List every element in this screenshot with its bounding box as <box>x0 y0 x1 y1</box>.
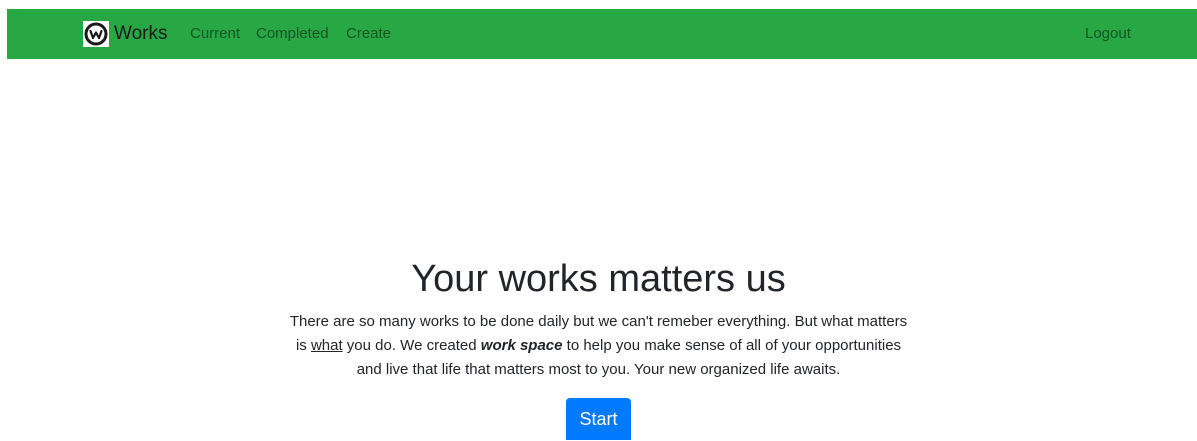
navbar: Works Current Completed Create Logout <box>7 9 1197 59</box>
hero-text-underlined: what <box>310 337 343 354</box>
brand-label: Works <box>114 23 168 44</box>
start-button[interactable]: Start <box>566 398 631 440</box>
nav-link-create[interactable]: Create <box>346 25 391 43</box>
hero-text-part2: you do. We created <box>342 337 481 354</box>
nav-link-completed[interactable]: Completed <box>256 25 329 43</box>
hero-title: Your works matters us <box>411 258 786 300</box>
workplace-logo-icon <box>83 21 109 47</box>
hero-description: There are so many works to be done daily… <box>289 310 909 382</box>
hero-section: Your works matters us There are so many … <box>0 254 1197 440</box>
brand-link[interactable]: Works <box>83 21 167 47</box>
hero-text-bold: work space <box>480 337 563 354</box>
nav-link-current[interactable]: Current <box>190 25 240 43</box>
nav-link-logout[interactable]: Logout <box>1085 25 1131 43</box>
